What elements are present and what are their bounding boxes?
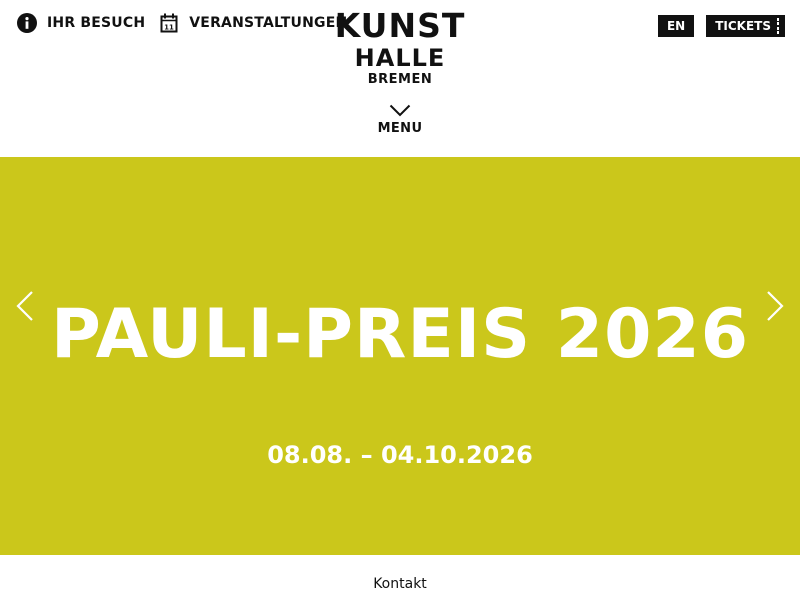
language-switch-button[interactable]: EN (657, 15, 695, 37)
menu-toggle[interactable]: MENU (360, 104, 440, 136)
site-footer: Kontakt (0, 555, 800, 600)
logo-line-kunst: KUNST (334, 6, 466, 45)
tickets-button[interactable]: TICKETS (706, 15, 785, 37)
top-nav-right: EN TICKETS (657, 15, 785, 37)
info-icon (17, 13, 37, 33)
calendar-icon: 11 (159, 13, 179, 33)
hero-slider: PAULI-PREIS 2026 08.08. – 04.10.2026 (0, 157, 800, 555)
hero-dates: 08.08. – 04.10.2026 (267, 441, 533, 469)
logo-line-halle: HALLE (354, 44, 446, 72)
menu-label: MENU (377, 121, 423, 136)
nav-veranstaltungen[interactable]: 11 VERANSTALTUNGEN (159, 13, 347, 33)
slider-next-button[interactable] (763, 289, 787, 323)
chevron-right-icon (767, 291, 784, 321)
footer-link-kontakt[interactable]: Kontakt (0, 576, 800, 592)
top-nav-left: IHR BESUCH 11 VERANSTALTUNGEN (17, 13, 361, 33)
site-header: IHR BESUCH 11 VERANSTALTUNGEN KUNST HALL… (0, 0, 800, 157)
nav-veranstaltungen-label: VERANSTALTUNGEN (189, 15, 348, 31)
site-logo[interactable]: KUNST HALLE BREMEN (330, 8, 470, 88)
hero-title: PAULI-PREIS 2026 (50, 295, 750, 374)
nav-ihr-besuch[interactable]: IHR BESUCH (17, 13, 145, 33)
logo-line-bremen: BREMEN (367, 72, 433, 87)
calendar-icon-day: 11 (164, 23, 174, 31)
chevron-down-icon (389, 104, 411, 117)
tickets-label: TICKETS (715, 19, 771, 33)
kebab-icon (777, 18, 779, 34)
nav-ihr-besuch-label: IHR BESUCH (47, 15, 146, 31)
